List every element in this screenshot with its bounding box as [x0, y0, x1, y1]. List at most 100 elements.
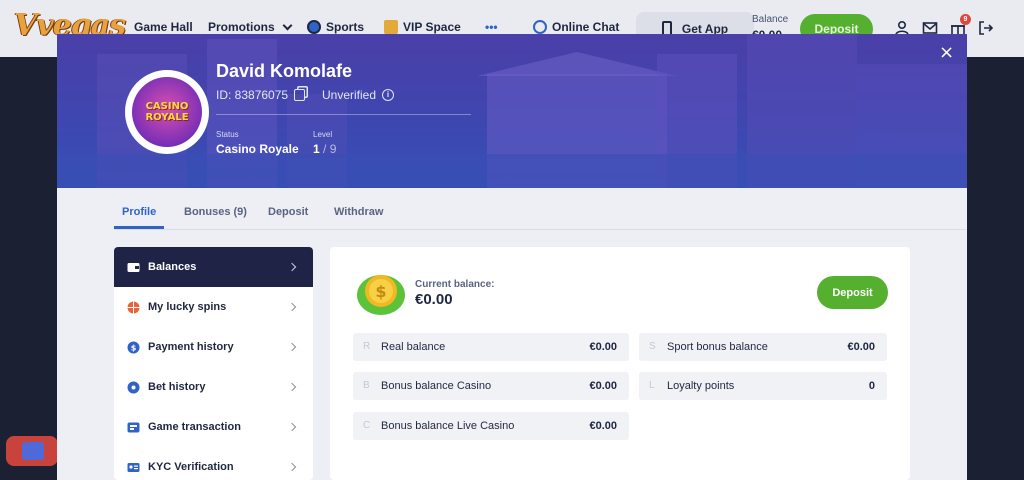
menu-item-balances[interactable]: Balances [114, 247, 313, 287]
nav-sports[interactable]: Sports [307, 20, 364, 34]
more-dots-icon: ••• [485, 20, 498, 34]
level-separator: / [323, 142, 327, 156]
info-icon[interactable]: i [382, 89, 395, 101]
level-current: 1 [313, 142, 320, 156]
avatar-text-line-1: CASINO [145, 101, 189, 112]
level-total: 9 [329, 142, 337, 156]
tab-bonuses[interactable]: Bonuses (9) [184, 206, 247, 218]
nav-vip-space[interactable]: VIP Space [384, 20, 461, 34]
close-icon[interactable]: × [939, 44, 954, 62]
menu-label-kyc-verification: KYC Verification [148, 461, 234, 473]
nav-promotions-label: Promotions [208, 20, 275, 34]
soccer-ball-icon [307, 20, 321, 34]
crown-icon [384, 20, 398, 34]
verification-status: Unverified i [322, 88, 395, 102]
balance-row-sport-bonus: S Sport bonus balance €0.00 [639, 333, 887, 361]
nav-game-hall-label: Game Hall [134, 20, 193, 34]
balance-row-letter: B [363, 380, 370, 391]
current-balance-value: €0.00 [415, 291, 453, 308]
status-label: Status [216, 130, 239, 139]
casino-royale-badge: CASINO ROYALE [132, 77, 202, 147]
menu-label-lucky-spins: My lucky spins [148, 301, 227, 313]
user-name: David Komolafe [216, 61, 353, 81]
balance-row-real: R Real balance €0.00 [353, 333, 629, 361]
nav-vip-label: VIP Space [403, 20, 461, 34]
user-id-row: ID: 83876075 [216, 88, 306, 102]
menu-label-payment-history: Payment history [148, 341, 234, 353]
balance-row-name: Sport bonus balance [667, 341, 768, 353]
balance-row-letter: C [363, 420, 371, 431]
avatar-text-line-2: ROYALE [145, 112, 189, 123]
balance-row-amount: €0.00 [589, 341, 617, 353]
deposit-button[interactable]: Deposit [817, 276, 888, 309]
chevron-right-icon [287, 422, 297, 432]
chevron-right-icon [287, 382, 297, 392]
chevron-right-icon [287, 302, 297, 312]
chevron-right-icon [287, 462, 297, 472]
tab-deposit[interactable]: Deposit [268, 206, 308, 218]
menu-item-kyc-verification[interactable]: KYC Verification [114, 447, 313, 480]
balance-row-amount: 0 [868, 380, 875, 392]
balance-row-name: Bonus balance Casino [381, 380, 492, 392]
balance-row-name: Real balance [381, 341, 446, 353]
tab-withdraw[interactable]: Withdraw [334, 206, 383, 218]
menu-item-lucky-spins[interactable]: My lucky spins [114, 287, 313, 327]
svg-text:$: $ [375, 282, 386, 301]
menu-label-balances: Balances [148, 261, 197, 273]
current-balance-label: Current balance: [415, 279, 495, 290]
profile-side-menu: Balances My lucky spins $ Payment histor… [114, 247, 313, 480]
dollar-icon: $ [127, 341, 140, 353]
wallet-icon [127, 262, 140, 272]
notification-badge: 9 [960, 14, 971, 25]
chevron-right-icon [287, 262, 297, 272]
headset-icon [533, 20, 547, 34]
balance-row-amount: €0.00 [589, 420, 617, 432]
lucky-spin-icon [127, 301, 140, 313]
profile-modal: × CASINO ROYALE David Komolafe ID: 83876… [57, 34, 967, 480]
active-tab-indicator [114, 226, 164, 229]
balance-label: Balance [752, 14, 789, 25]
balances-panel: $ Current balance: €0.00 Deposit R Real … [330, 247, 910, 480]
copy-icon[interactable] [294, 89, 306, 101]
profile-tabs: Profile Bonuses (9) Deposit Withdraw [114, 200, 966, 230]
promo-widget[interactable] [6, 436, 58, 466]
balance-row-letter: L [649, 380, 655, 391]
balance-row-letter: S [649, 341, 656, 352]
balance-row-amount: €0.00 [589, 380, 617, 392]
avatar: CASINO ROYALE [125, 70, 209, 154]
balance-row-name: Bonus balance Live Casino [381, 420, 515, 432]
menu-item-payment-history[interactable]: $ Payment history [114, 327, 313, 367]
chevron-down-icon [282, 20, 293, 30]
tab-profile[interactable]: Profile [122, 206, 156, 218]
card-icon [127, 422, 140, 432]
menu-item-bet-history[interactable]: Bet history [114, 367, 313, 407]
soccer-ball-icon [127, 381, 140, 393]
profile-banner: × CASINO ROYALE David Komolafe ID: 83876… [57, 34, 967, 188]
chevron-right-icon [287, 342, 297, 352]
logout-icon[interactable] [978, 20, 994, 36]
balance-row-live-casino: C Bonus balance Live Casino €0.00 [353, 412, 629, 440]
level-label: Level [313, 130, 333, 139]
nav-online-chat[interactable]: Online Chat [533, 20, 619, 34]
gift-box-icon [22, 442, 44, 460]
balance-row-name: Loyalty points [667, 380, 735, 392]
nav-online-chat-label: Online Chat [552, 20, 620, 34]
menu-label-bet-history: Bet history [148, 381, 206, 393]
svg-text:$: $ [131, 343, 137, 352]
nav-game-hall[interactable]: Game Hall [134, 20, 193, 34]
balance-row-loyalty-points: L Loyalty points 0 [639, 372, 887, 400]
id-card-icon [127, 462, 140, 472]
menu-item-game-transaction[interactable]: Game transaction [114, 407, 313, 447]
menu-label-game-transaction: Game transaction [148, 421, 241, 433]
level-value: 1 / 9 [313, 142, 336, 156]
status-value: Casino Royale [216, 142, 299, 156]
user-id: ID: 83876075 [216, 88, 289, 102]
nav-sports-label: Sports [326, 20, 365, 34]
balance-row-letter: R [363, 341, 371, 352]
balance-row-bonus-casino: B Bonus balance Casino €0.00 [353, 372, 629, 400]
nav-more[interactable]: ••• [485, 20, 498, 34]
coin-icon: $ [357, 275, 405, 315]
verification-label: Unverified [322, 88, 377, 102]
balance-row-amount: €0.00 [847, 341, 875, 353]
nav-promotions[interactable]: Promotions [208, 20, 293, 34]
